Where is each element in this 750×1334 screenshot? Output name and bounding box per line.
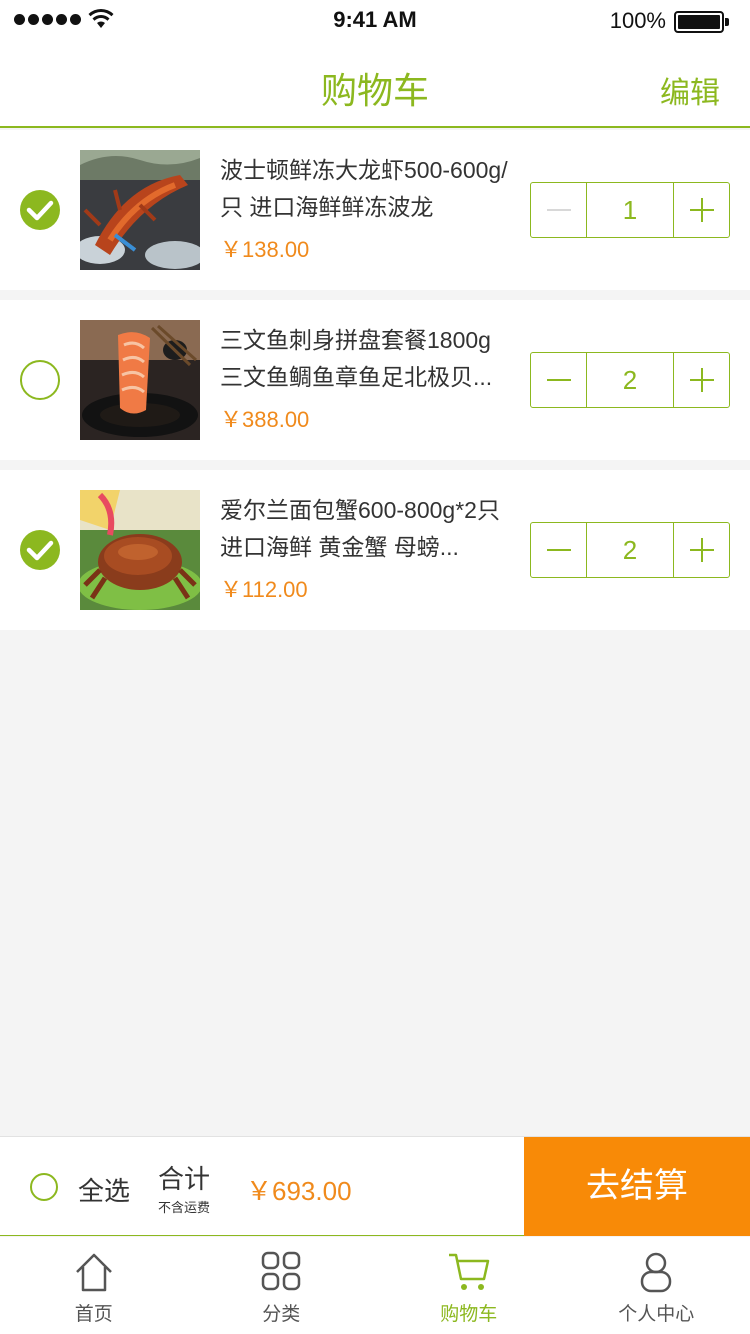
crab-image[interactable] [80,490,200,610]
item-checkbox-checked[interactable] [20,530,60,570]
total-label: 合计 [158,1164,211,1194]
category-icon [262,1251,301,1291]
quantity-value[interactable]: 1 [587,183,673,237]
battery-icon [674,11,724,33]
checkmark-icon [26,540,54,561]
salmon-sashimi-image[interactable] [80,320,200,440]
tab-home[interactable]: 首页 [0,1237,188,1334]
item-checkbox-unchecked[interactable] [20,360,60,400]
status-bar: 9:41 AM 100% [0,0,750,40]
item-title[interactable]: 波士顿鲜冻大龙虾500-600g/只 进口海鲜鲜冻波龙 [220,152,515,226]
edit-button[interactable]: 编辑 [660,68,720,112]
decrease-button[interactable] [531,353,587,407]
quantity-value[interactable]: 2 [587,353,673,407]
select-all-checkbox[interactable] [30,1173,58,1201]
tab-cart[interactable]: 购物车 [375,1237,563,1334]
item-checkbox-checked[interactable] [20,190,60,230]
item-price: ￥388.00 [220,407,310,432]
increase-button[interactable] [673,523,729,577]
minus-icon [547,209,571,211]
tab-label: 首页 [74,1304,113,1325]
checkout-bar: 全选 合计 不含运费 ￥693.00 去结算 [0,1136,750,1236]
nav-bar: 购物车 编辑 [0,40,750,128]
select-all-label[interactable]: 全选 [78,1171,130,1208]
home-icon [75,1253,112,1292]
checkmark-icon [26,200,54,221]
minus-icon [547,379,571,381]
item-price: ￥138.00 [220,237,310,262]
user-icon [641,1252,672,1293]
tab-label: 分类 [262,1304,301,1325]
increase-button[interactable] [673,183,729,237]
page-title: 购物车 [320,70,429,111]
quantity-stepper: 2 [530,352,730,408]
cart-list: 波士顿鲜冻大龙虾500-600g/只 进口海鲜鲜冻波龙 ￥138.00 1 三文… [0,130,750,640]
minus-icon [547,549,571,551]
item-price: ￥112.00 [220,577,308,602]
tab-profile[interactable]: 个人中心 [563,1237,750,1334]
checkout-button[interactable]: 去结算 [524,1137,750,1236]
decrease-button[interactable] [531,523,587,577]
cart-item: 三文鱼刺身拼盘套餐1800g 三文鱼鲷鱼章鱼足北极贝... ￥388.00 2 [0,300,750,460]
cart-item: 波士顿鲜冻大龙虾500-600g/只 进口海鲜鲜冻波龙 ￥138.00 1 [0,130,750,290]
decrease-button[interactable] [531,183,587,237]
tab-label: 购物车 [440,1304,498,1325]
lobster-image[interactable] [80,150,200,270]
quantity-stepper: 2 [530,522,730,578]
item-title[interactable]: 三文鱼刺身拼盘套餐1800g 三文鱼鲷鱼章鱼足北极贝... [220,322,515,396]
cart-item: 爱尔兰面包蟹600-800g*2只 进口海鲜 黄金蟹 母螃... ￥112.00… [0,470,750,630]
quantity-value[interactable]: 2 [587,523,673,577]
shipping-note: 不含运费 [158,1200,211,1215]
item-title[interactable]: 爱尔兰面包蟹600-800g*2只 进口海鲜 黄金蟹 母螃... [220,492,515,566]
quantity-stepper: 1 [530,182,730,238]
tab-bar: 首页 分类 购物车 个人中心 [0,1237,750,1334]
tab-category[interactable]: 分类 [188,1237,376,1334]
increase-button[interactable] [673,353,729,407]
total-amount: ￥693.00 [246,1176,352,1206]
tab-label: 个人中心 [618,1304,695,1325]
cart-icon [448,1253,489,1290]
battery-percent: 100% [609,8,666,33]
